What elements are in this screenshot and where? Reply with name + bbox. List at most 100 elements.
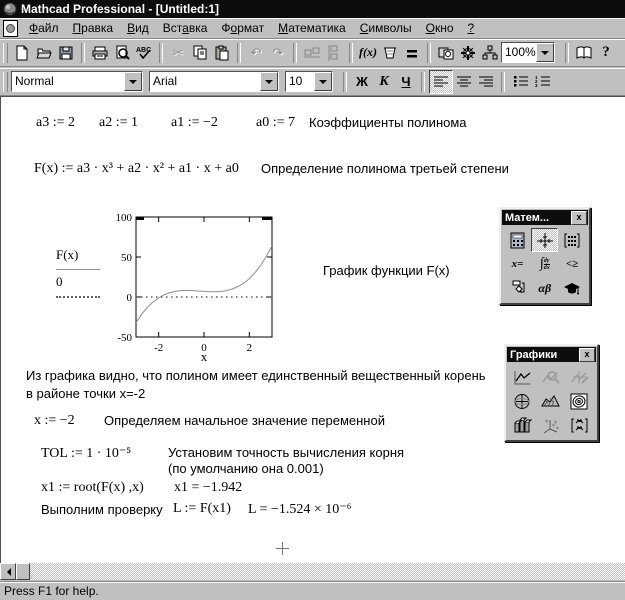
align-left-button[interactable] (429, 69, 453, 94)
evaluation-palette-button[interactable]: x= (504, 252, 531, 276)
size-dropdown-button[interactable] (314, 72, 332, 91)
3d-scatter-plot-palette-button[interactable] (537, 413, 564, 437)
toolbar-grip[interactable] (3, 42, 8, 63)
copy-button[interactable] (189, 42, 211, 64)
font-size-combobox[interactable]: 10 (285, 71, 333, 92)
text-region-tol-comment1[interactable]: Установим точность вычисления корня (168, 445, 404, 460)
math-region-x-def[interactable]: x := −2 (34, 413, 75, 429)
close-icon[interactable]: x (579, 347, 595, 362)
check-spelling-button[interactable]: ABC (133, 42, 155, 64)
programming-palette-button[interactable] (504, 276, 531, 300)
math-region-L-def[interactable]: L := F(x1) (173, 501, 231, 517)
align-down-button[interactable] (323, 42, 345, 64)
italic-button[interactable]: K (373, 71, 395, 93)
open-button[interactable] (33, 42, 55, 64)
text-region-note-line1[interactable]: Из графика видно, что полином имеет един… (26, 368, 486, 383)
menu-edit[interactable]: Правка (66, 19, 121, 37)
resource-center-button[interactable] (573, 42, 595, 64)
menu-format[interactable]: Формат (214, 19, 271, 37)
surface-plot-palette-button[interactable] (537, 389, 564, 413)
align-center-button[interactable] (453, 71, 475, 93)
zoom-dropdown-button[interactable] (536, 43, 554, 62)
style-dropdown-button[interactable] (124, 72, 142, 91)
contour-plot-palette-button[interactable] (566, 389, 593, 413)
redo-button[interactable]: ↷ (267, 42, 289, 64)
print-preview-button[interactable] (111, 42, 133, 64)
zoom-combobox[interactable]: 100% (501, 42, 555, 63)
greek-palette-button[interactable]: αβ (531, 276, 558, 300)
scrollbar-thumb[interactable] (16, 563, 30, 580)
math-region-L-result[interactable]: L = −1.524 × 10⁻⁶ (248, 501, 352, 518)
align-across-button[interactable] (301, 42, 323, 64)
document-menu-icon[interactable] (3, 19, 18, 37)
evaluate-button[interactable] (401, 42, 423, 64)
cut-button[interactable]: ✂ (167, 42, 189, 64)
insert-component-button[interactable] (435, 42, 457, 64)
print-button[interactable] (89, 42, 111, 64)
math-region-a1[interactable]: a1 := −2 (171, 115, 218, 131)
math-region-x1-result[interactable]: x1 = −1.942 (174, 480, 242, 496)
math-region-a3[interactable]: a3 := 2 (36, 115, 75, 131)
align-right-icon (479, 76, 493, 86)
zoom-plot-palette-button[interactable] (537, 365, 564, 389)
undo-button[interactable]: ↶ (245, 42, 267, 64)
boolean-palette-button[interactable]: <≥ (559, 252, 586, 276)
symbolic-palette-button[interactable] (559, 276, 586, 300)
align-right-button[interactable] (475, 71, 497, 93)
text-region-poly-comment[interactable]: Определение полинома третьей степени (261, 161, 509, 176)
math-palette-titlebar[interactable]: Матем... x (502, 210, 588, 225)
xy-plot-palette-button[interactable] (509, 365, 536, 389)
scroll-left-button[interactable] (0, 563, 16, 580)
numbered-list-button[interactable]: 123 (531, 71, 553, 93)
bullet-list-button[interactable] (509, 71, 531, 93)
insert-unit-button[interactable] (379, 42, 401, 64)
text-region-coeff-comment[interactable]: Коэффициенты полинома (309, 115, 467, 130)
graduation-cap-icon (564, 282, 581, 294)
menu-help[interactable]: ? (461, 19, 482, 37)
save-button[interactable] (55, 42, 77, 64)
paste-button[interactable] (211, 42, 233, 64)
horizontal-scrollbar[interactable] (0, 563, 625, 580)
math-region-x1-def[interactable]: x1 := root(F(x) ,x) (41, 480, 144, 496)
calculus-palette-button[interactable]: ∫ dy dx (531, 252, 558, 276)
insert-function-button[interactable]: f(x) (357, 42, 379, 64)
wizard-button[interactable] (457, 42, 479, 64)
menu-symbols[interactable]: Символы (353, 19, 419, 37)
close-icon[interactable]: x (571, 210, 587, 225)
text-region-x-def-comment[interactable]: Определяем начальное значение переменной (104, 413, 385, 428)
math-region-a2[interactable]: a2 := 1 (99, 115, 138, 131)
underline-button[interactable]: Ч (395, 71, 417, 93)
help-button[interactable]: ? (595, 42, 617, 64)
menu-window[interactable]: Окно (419, 19, 461, 37)
font-combobox[interactable]: Arial (149, 71, 279, 92)
style-combobox[interactable]: Normal (11, 71, 143, 92)
scrollbar-track[interactable] (30, 563, 625, 580)
new-button[interactable] (11, 42, 33, 64)
font-dropdown-button[interactable] (260, 72, 278, 91)
3d-bar-plot-palette-button[interactable] (509, 413, 536, 437)
graph-palette-titlebar[interactable]: Графики x (507, 347, 596, 362)
text-region-note-line2[interactable]: в районе точки x=-2 (26, 386, 145, 401)
toolbar-grip[interactable] (3, 71, 8, 92)
mathconnex-button[interactable] (479, 42, 501, 64)
math-region-poly-def[interactable]: F(x) := a3 · x³ + a2 · x² + a1 · x + a0 (34, 161, 239, 177)
xy-plot-svg[interactable]: -2 0 2100500-50x (104, 209, 284, 365)
text-region-tol-comment2[interactable]: (по умолчанию она 0.001) (168, 461, 324, 476)
text-region-graph-caption[interactable]: График функции F(x) (323, 263, 450, 278)
vector-field-plot-palette-button[interactable] (566, 413, 593, 437)
polar-plot-palette-button[interactable] (509, 389, 536, 413)
math-region-a0[interactable]: a0 := 7 (256, 115, 295, 131)
worksheet[interactable]: a3 := 2 a2 := 1 a1 := −2 a0 := 7 Коэффиц… (0, 96, 625, 563)
xy-plot-region[interactable]: F(x) 0 -2 0 2 100 50 0 -50 x (56, 209, 288, 371)
text-region-check-label[interactable]: Выполним проверку (41, 502, 163, 517)
calculator-palette-button[interactable] (504, 228, 531, 252)
trace-plot-palette-button[interactable] (566, 365, 593, 389)
graph-palette-button[interactable] (531, 228, 559, 252)
math-region-tol-def[interactable]: TOL := 1 · 10⁻⁵ (41, 445, 131, 462)
menu-insert[interactable]: Вставка (156, 19, 215, 37)
menu-view[interactable]: Вид (120, 19, 156, 37)
menu-math[interactable]: Математика (271, 19, 353, 37)
menu-file[interactable]: Файл (22, 19, 66, 37)
matrix-palette-button[interactable] (559, 228, 586, 252)
bold-button[interactable]: Ж (351, 71, 373, 93)
